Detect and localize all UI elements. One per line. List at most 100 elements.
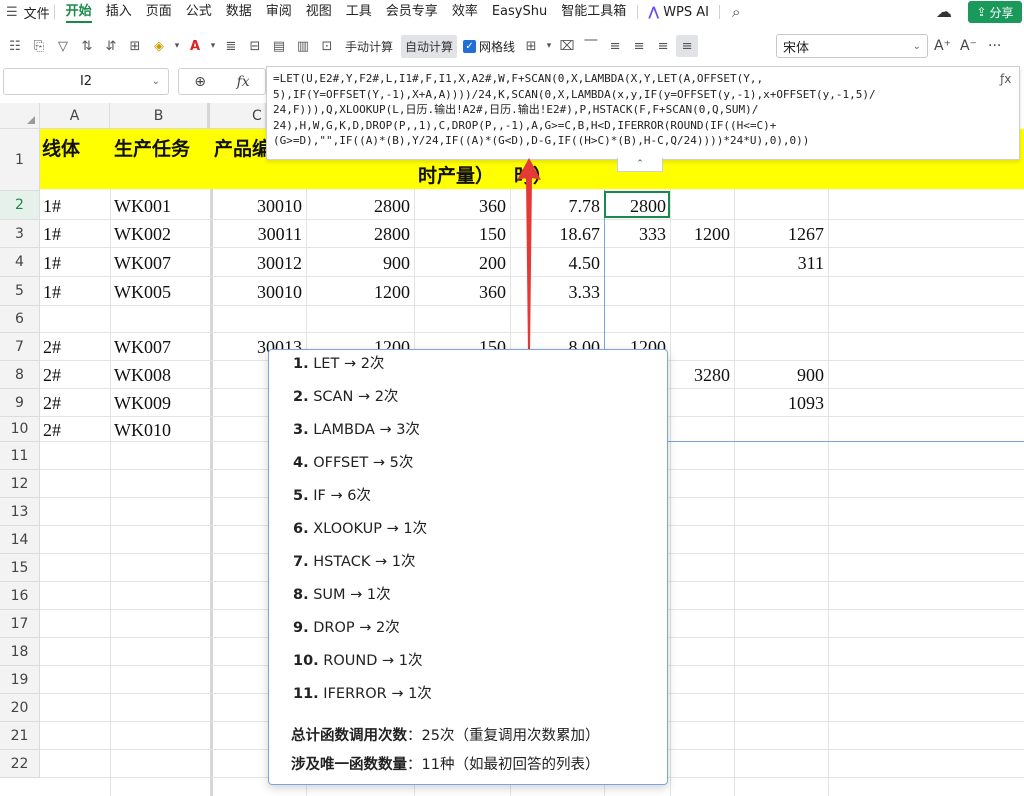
cell-C5[interactable]: 30010 bbox=[212, 281, 302, 303]
font-family-select[interactable]: 宋体 ⌄ bbox=[776, 34, 928, 58]
select-all-corner[interactable] bbox=[0, 103, 40, 129]
zoom-icon[interactable]: ⊕ bbox=[194, 74, 206, 90]
cell-B5[interactable]: WK005 bbox=[114, 281, 204, 303]
search-icon[interactable]: ⌕ bbox=[732, 3, 740, 21]
row-header[interactable]: 11 bbox=[0, 442, 40, 470]
tab-easyshu[interactable]: EasyShu bbox=[485, 0, 554, 24]
row-header[interactable]: 2 bbox=[0, 191, 40, 220]
cell-format-icon[interactable]: ⊞ bbox=[520, 35, 542, 57]
tab-smart-toolbox[interactable]: 智能工具箱 bbox=[554, 0, 633, 24]
cell-A9[interactable]: 2# bbox=[43, 392, 103, 414]
tab-review[interactable]: 审阅 bbox=[259, 0, 299, 24]
filter-icon[interactable]: ▽ bbox=[52, 35, 74, 57]
tab-home[interactable]: 开始 bbox=[59, 0, 99, 24]
cell-B3[interactable]: WK002 bbox=[114, 223, 204, 245]
row-header[interactable]: 8 bbox=[0, 361, 40, 389]
tab-member[interactable]: 会员专享 bbox=[379, 0, 445, 24]
tab-insert[interactable]: 插入 bbox=[99, 0, 139, 24]
cell-B10[interactable]: WK010 bbox=[114, 419, 204, 441]
cell-D4[interactable]: 900 bbox=[310, 252, 410, 274]
selected-cell[interactable] bbox=[604, 191, 670, 218]
fill-color-dropdown-icon[interactable]: ▾ bbox=[172, 35, 182, 57]
row-header[interactable]: 10 bbox=[0, 417, 40, 442]
font-color-icon[interactable]: A bbox=[184, 35, 206, 57]
cell-A8[interactable]: 2# bbox=[43, 364, 103, 386]
row-header[interactable]: 3 bbox=[0, 220, 40, 248]
cell-A10[interactable]: 2# bbox=[43, 419, 103, 441]
fill-color-icon[interactable]: ◈ bbox=[148, 35, 170, 57]
cell-B9[interactable]: WK009 bbox=[114, 392, 204, 414]
columns-icon[interactable]: ▥ bbox=[292, 35, 314, 57]
formula-input[interactable]: =LET(U,E2#,Y,F2#,L,I1#,F,I1,X,A2#,W,F+SC… bbox=[266, 66, 1020, 160]
cell-D2[interactable]: 2800 bbox=[310, 195, 410, 217]
cell-B4[interactable]: WK007 bbox=[114, 252, 204, 274]
row-header[interactable]: 18 bbox=[0, 638, 40, 666]
row-header[interactable]: 14 bbox=[0, 526, 40, 554]
row-header[interactable]: 15 bbox=[0, 554, 40, 582]
row-header[interactable]: 9 bbox=[0, 389, 40, 417]
wps-ai-button[interactable]: ⋀ WPS AI bbox=[642, 5, 715, 20]
row-header[interactable]: 20 bbox=[0, 694, 40, 722]
font-color-dropdown-icon[interactable]: ▾ bbox=[208, 35, 218, 57]
row-header[interactable]: 1 bbox=[0, 129, 40, 191]
cell-B7[interactable]: WK007 bbox=[114, 336, 204, 358]
collapse-formula-icon[interactable]: ⌃ bbox=[617, 158, 663, 172]
row-header[interactable]: 21 bbox=[0, 722, 40, 750]
cell-E3[interactable]: 150 bbox=[418, 223, 506, 245]
cell-A7[interactable]: 2# bbox=[43, 336, 103, 358]
row-header[interactable]: 19 bbox=[0, 666, 40, 694]
name-box[interactable]: I2 ⌄ bbox=[3, 68, 169, 95]
share-button[interactable]: ⇪ 分享 bbox=[968, 1, 1022, 23]
cell-B8[interactable]: WK008 bbox=[114, 364, 204, 386]
freeze-icon[interactable]: ⊟ bbox=[244, 35, 266, 57]
tab-page[interactable]: 页面 bbox=[139, 0, 179, 24]
auto-calc-button[interactable]: 自动计算 bbox=[401, 34, 458, 58]
align-icon[interactable]: ≣ bbox=[220, 35, 242, 57]
row-header[interactable]: 17 bbox=[0, 610, 40, 638]
tab-efficiency[interactable]: 效率 bbox=[445, 0, 485, 24]
cell-format-dropdown-icon[interactable]: ▾ bbox=[544, 35, 554, 57]
cell-A3[interactable]: 1# bbox=[43, 223, 103, 245]
row-header[interactable]: 16 bbox=[0, 582, 40, 610]
paste-special-icon[interactable]: ⎘ bbox=[28, 35, 50, 57]
format-painter-icon[interactable]: ☷ bbox=[4, 35, 26, 57]
align-center-icon[interactable]: ≡ bbox=[628, 35, 650, 57]
row-header[interactable]: 13 bbox=[0, 498, 40, 526]
cell-B2[interactable]: WK001 bbox=[114, 195, 204, 217]
cell-C2[interactable]: 30010 bbox=[212, 195, 302, 217]
cell-A2[interactable]: 1# bbox=[43, 195, 103, 217]
gridlines-checkbox[interactable]: ✓ 网格线 bbox=[463, 38, 515, 55]
cell-A4[interactable]: 1# bbox=[43, 252, 103, 274]
manual-calc-button[interactable]: 手动计算 bbox=[341, 35, 397, 58]
tab-tools[interactable]: 工具 bbox=[339, 0, 379, 24]
sort-descending-icon[interactable]: ⇵ bbox=[100, 35, 122, 57]
cloud-sync-icon[interactable]: ☁ bbox=[936, 2, 952, 21]
align-top-icon[interactable]: ⎺ bbox=[580, 35, 602, 57]
row-header[interactable]: 4 bbox=[0, 248, 40, 277]
cell-A5[interactable]: 1# bbox=[43, 281, 103, 303]
column-header[interactable]: A bbox=[40, 103, 110, 129]
insert-function-icon[interactable]: fx bbox=[237, 74, 250, 90]
borders-icon[interactable]: ⊞ bbox=[124, 35, 146, 57]
clear-format-icon[interactable]: ⌧ bbox=[556, 35, 578, 57]
column-header[interactable]: B bbox=[110, 103, 210, 129]
cell-C3[interactable]: 30011 bbox=[212, 223, 302, 245]
font-size-decrease-icon[interactable]: A⁻ bbox=[960, 34, 977, 58]
row-header[interactable]: 6 bbox=[0, 306, 40, 333]
justify-icon[interactable]: ≡ bbox=[676, 35, 699, 57]
cell-E2[interactable]: 360 bbox=[418, 195, 506, 217]
row-header[interactable]: 12 bbox=[0, 470, 40, 498]
formula-expand-icon[interactable]: ƒx bbox=[1000, 72, 1011, 86]
column-header[interactable]: C bbox=[210, 103, 266, 129]
row-header[interactable]: 7 bbox=[0, 333, 40, 361]
sort-ascending-icon[interactable]: ⇅ bbox=[76, 35, 98, 57]
cell-E4[interactable]: 200 bbox=[418, 252, 506, 274]
align-right-icon[interactable]: ≡ bbox=[652, 35, 674, 57]
font-size-increase-icon[interactable]: A⁺ bbox=[934, 34, 951, 58]
cell-D5[interactable]: 1200 bbox=[310, 281, 410, 303]
table-style-icon[interactable]: ▤ bbox=[268, 35, 290, 57]
cell-D3[interactable]: 2800 bbox=[310, 223, 410, 245]
file-menu[interactable]: ☰ 文件 bbox=[0, 3, 50, 22]
tab-formula[interactable]: 公式 bbox=[179, 0, 219, 24]
insert-column-icon[interactable]: ⊡ bbox=[316, 35, 338, 57]
